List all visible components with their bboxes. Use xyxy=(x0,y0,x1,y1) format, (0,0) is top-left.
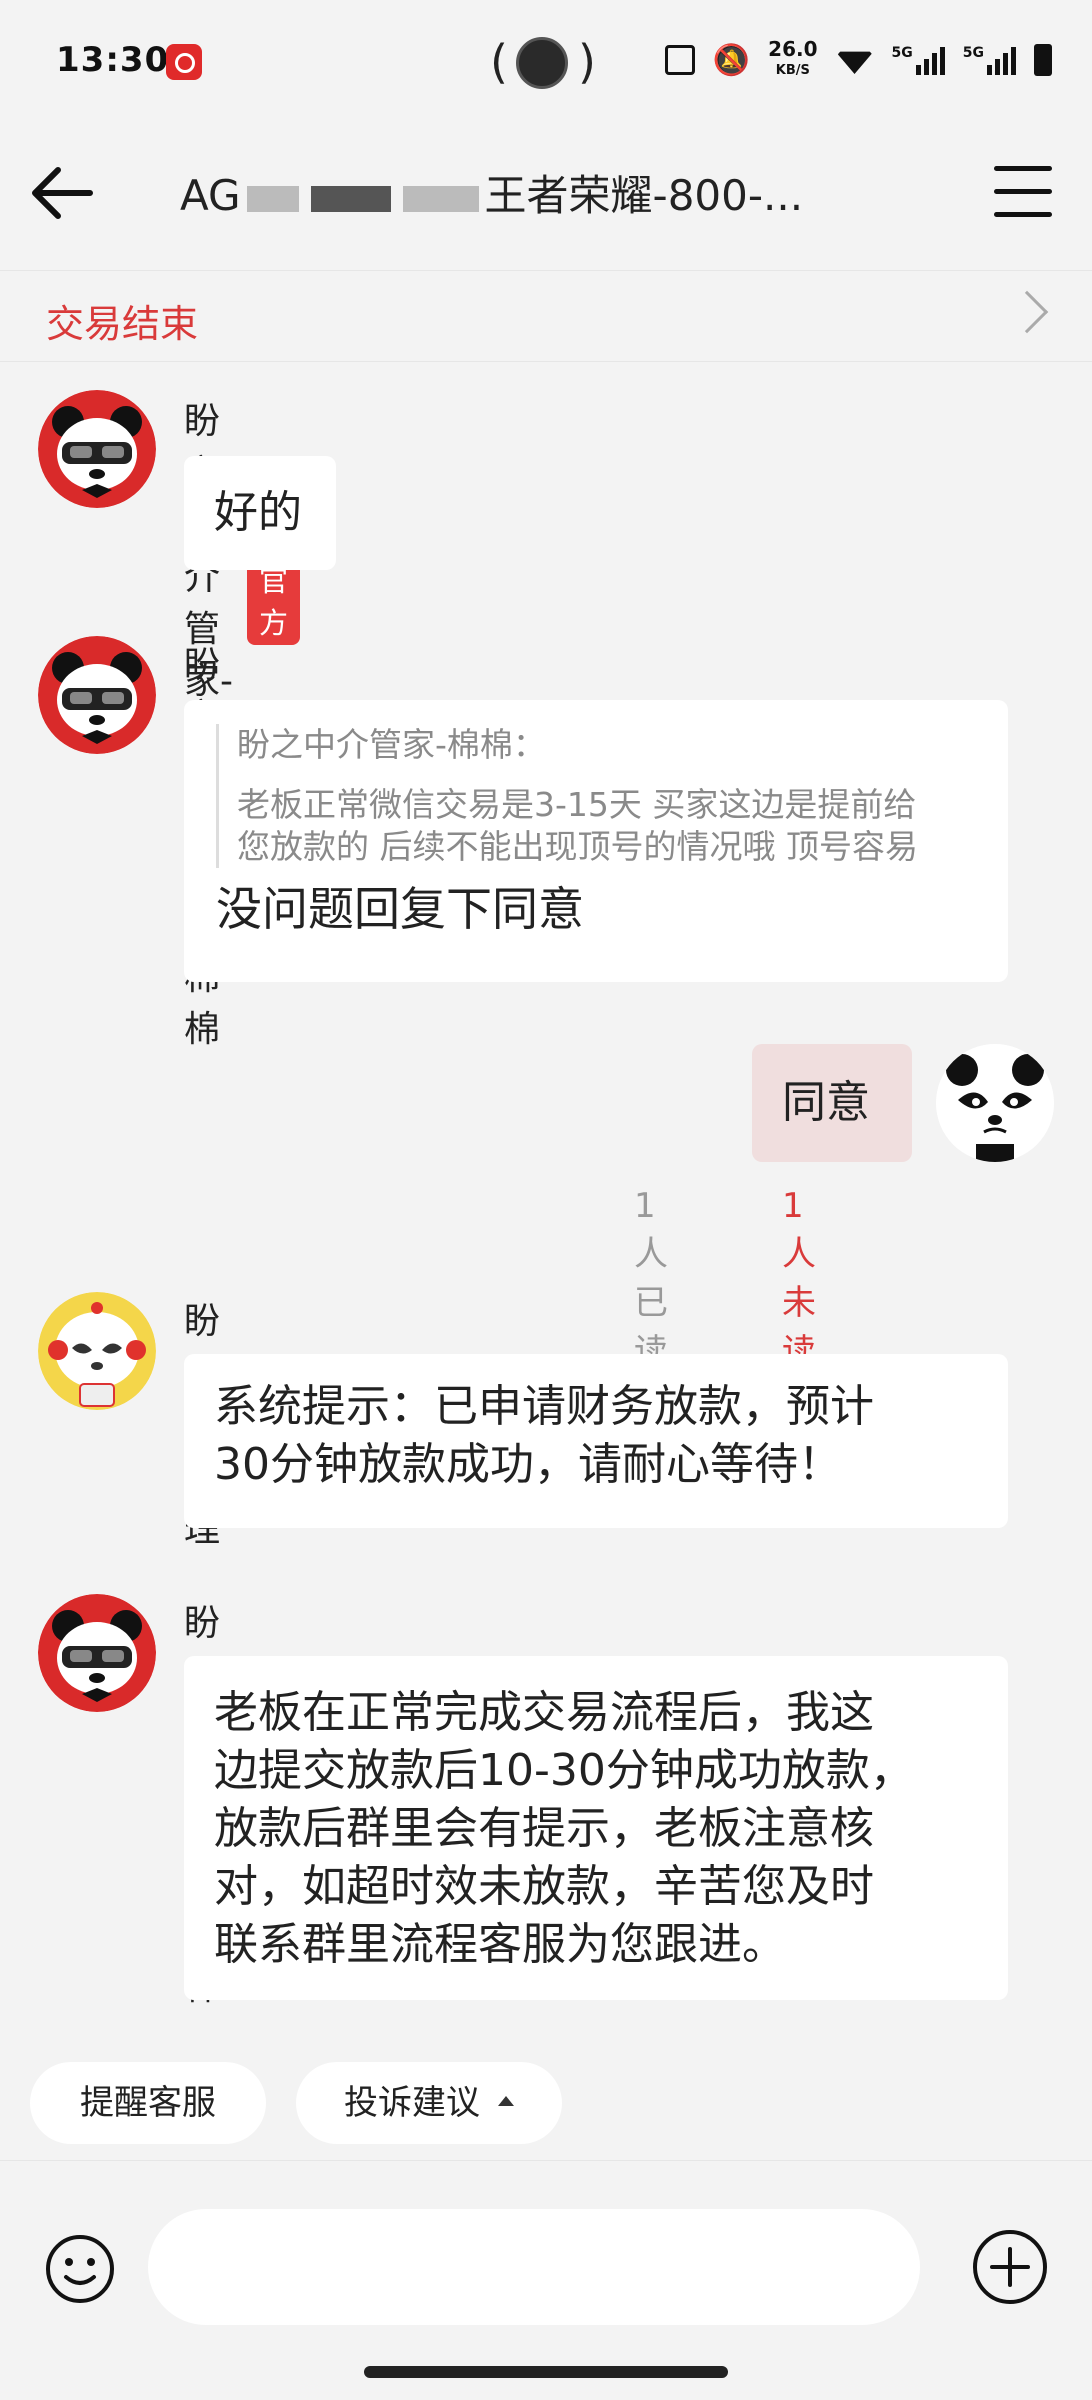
camera-avatar-icon: ( ) xyxy=(490,35,596,89)
avatar[interactable] xyxy=(38,636,156,754)
message-text: 边提交放款后10-30分钟成功放款， xyxy=(214,1745,914,1796)
message-text: 老板在正常完成交易流程后，我这 xyxy=(214,1687,874,1738)
status-icons: 🔕 26.0 KB/S 5G 5G xyxy=(664,37,1052,80)
trade-status: 交易结束 xyxy=(46,302,199,346)
quote-text: 您放款的 后续不能出现顶号的情况哦 顶号容易 xyxy=(237,827,918,866)
panda-avatar-icon xyxy=(936,1044,1054,1162)
menu-icon xyxy=(994,166,1052,171)
chevron-right-icon xyxy=(1005,290,1049,334)
robot-panda-avatar-icon xyxy=(38,1292,156,1410)
quoted-message[interactable]: 盼之中介管家-棉棉： 老板正常微信交易是3-15天 买家这边是提前给 您放款的 … xyxy=(216,724,978,868)
home-indicator[interactable] xyxy=(364,2366,728,2378)
menu-button[interactable] xyxy=(994,166,1052,222)
back-button[interactable] xyxy=(28,158,98,228)
message-input-bar xyxy=(0,2160,1092,2325)
quote-author: 盼之中介管家-棉棉： xyxy=(237,725,546,764)
smiley-icon xyxy=(46,2235,114,2303)
message-text: 30分钟放款成功，请耐心等待！ xyxy=(214,1439,842,1490)
complaint-button[interactable]: 投诉建议 xyxy=(296,2062,562,2144)
message-text: 没问题回复下同意 xyxy=(216,882,584,936)
panda-avatar-icon xyxy=(38,636,156,754)
app-notification-icon xyxy=(166,44,202,80)
plus-circle-icon xyxy=(973,2230,1047,2304)
message-text: 放款后群里会有提示，老板注意核 xyxy=(214,1803,874,1854)
avatar[interactable] xyxy=(936,1044,1054,1162)
message-text: 联系群里流程客服为您跟进。 xyxy=(214,1919,786,1970)
avatar[interactable] xyxy=(38,1292,156,1410)
message-bubble[interactable]: 盼之中介管家-棉棉： 老板正常微信交易是3-15天 买家这边是提前给 您放款的 … xyxy=(184,700,1008,982)
caret-up-icon xyxy=(498,2095,514,2106)
battery-icon xyxy=(1034,44,1052,76)
read-count: 1人已读 xyxy=(634,1186,668,1372)
more-button[interactable] xyxy=(970,2227,1050,2307)
message-text: 对，如超时效未放款，辛苦您及时 xyxy=(214,1861,874,1912)
page-title: AG 王者荣耀-800-... xyxy=(180,171,804,220)
quick-actions-bar: 提醒客服 投诉建议 xyxy=(0,2062,1092,2160)
message-bubble[interactable]: 老板在正常完成交易流程后，我这 边提交放款后10-30分钟成功放款， 放款后群里… xyxy=(184,1656,1008,2000)
trade-status-bar[interactable]: 交易结束 xyxy=(0,270,1092,362)
status-time: 13:30 xyxy=(56,40,170,80)
remind-support-button[interactable]: 提醒客服 xyxy=(30,2062,266,2144)
wifi-icon xyxy=(835,51,874,74)
status-bar: 13:30 ( ) 🔕 26.0 KB/S 5G 5G xyxy=(0,0,1092,120)
emoji-button[interactable] xyxy=(44,2233,116,2305)
unread-count[interactable]: 1人未读 xyxy=(782,1186,816,1373)
avatar[interactable] xyxy=(38,1594,156,1712)
message-bubble-own[interactable]: 同意 xyxy=(752,1044,912,1162)
quote-text: 老板正常微信交易是3-15天 买家这边是提前给 xyxy=(237,785,917,824)
message-text: 系统提示：已申请财务放款，预计 xyxy=(214,1381,874,1432)
chat-screen: 13:30 ( ) 🔕 26.0 KB/S 5G 5G AG 王者荣耀-800-… xyxy=(0,0,1092,2400)
message-input[interactable] xyxy=(148,2209,920,2325)
message-bubble[interactable]: 好的 xyxy=(184,456,336,570)
redacted-text xyxy=(402,185,479,212)
redacted-text xyxy=(246,185,299,212)
net-speed: 26.0 KB/S xyxy=(768,37,818,78)
nfc-icon xyxy=(664,45,695,75)
chat-header: AG 王者荣耀-800-... xyxy=(0,130,1092,260)
back-arrow-icon xyxy=(32,167,93,219)
panda-avatar-icon xyxy=(38,390,156,508)
panda-avatar-icon xyxy=(38,1594,156,1712)
mute-icon: 🔕 xyxy=(712,42,751,78)
avatar[interactable] xyxy=(38,390,156,508)
signal-icon: 5G xyxy=(963,45,1016,75)
signal-icon: 5G xyxy=(892,45,945,75)
redacted-text xyxy=(310,185,391,212)
message-bubble[interactable]: 系统提示：已申请财务放款，预计 30分钟放款成功，请耐心等待！ xyxy=(184,1354,1008,1528)
